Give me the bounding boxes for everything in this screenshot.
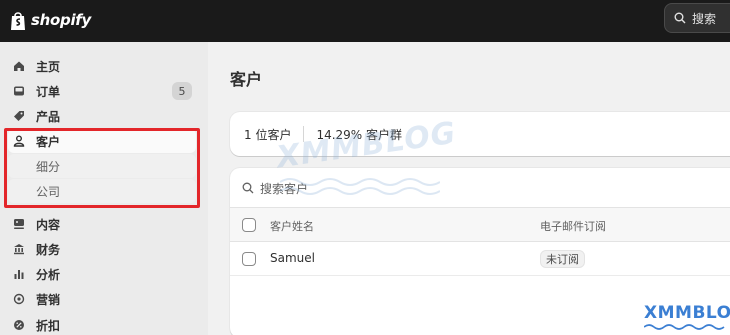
- content-icon: [12, 217, 26, 231]
- sidebar-item-finance[interactable]: 财务: [8, 237, 196, 261]
- table-header: 客户姓名 电子邮件订阅: [230, 208, 730, 242]
- select-all-checkbox[interactable]: [242, 218, 256, 232]
- sidebar-item-label: 主页: [36, 59, 61, 74]
- sidebar-item-products[interactable]: 产品: [8, 104, 196, 128]
- discount-icon: [12, 318, 26, 332]
- sidebar-item-marketing[interactable]: 营销: [8, 287, 196, 311]
- column-header-email-subscription[interactable]: 电子邮件订阅: [540, 218, 606, 234]
- top-bar: shopify 搜索: [0, 0, 730, 42]
- tag-icon: [12, 109, 26, 123]
- bar-chart-icon: [12, 267, 26, 281]
- shopping-bag-icon: [11, 11, 25, 30]
- sidebar-item-label: 订单: [36, 84, 61, 99]
- shopify-logo[interactable]: shopify: [10, 8, 91, 32]
- sidebar-item-orders[interactable]: 订单 5: [8, 79, 196, 103]
- bank-icon: [12, 242, 26, 256]
- watermark-wave: [280, 178, 440, 195]
- column-header-name[interactable]: 客户姓名: [270, 218, 314, 234]
- subscription-status-badge: 未订阅: [540, 250, 585, 268]
- sidebar-item-label: 折扣: [36, 318, 61, 333]
- customer-name[interactable]: Samuel: [270, 251, 315, 265]
- global-search-button[interactable]: 搜索: [664, 3, 730, 33]
- sidebar-item-content[interactable]: 内容: [8, 212, 196, 236]
- brand-name: shopify: [31, 11, 91, 29]
- sidebar-item-label: 产品: [36, 109, 61, 124]
- watermark-corner-wave: [644, 324, 725, 330]
- row-checkbox[interactable]: [242, 252, 256, 266]
- table-row[interactable]: Samuel 未订阅: [230, 242, 730, 276]
- page-title: 客户: [230, 70, 263, 89]
- sidebar-item-label: 内容: [36, 217, 61, 232]
- inbox-icon: [12, 84, 26, 98]
- home-icon: [12, 59, 26, 73]
- search-icon: [674, 12, 686, 24]
- orders-count-badge: 5: [172, 82, 192, 100]
- highlight-box: [4, 128, 200, 208]
- target-icon: [12, 292, 26, 306]
- watermark-corner: XMMBLOG: [644, 303, 730, 323]
- sidebar-item-home[interactable]: 主页: [8, 54, 196, 78]
- sidebar-item-label: 财务: [36, 242, 61, 257]
- global-search-label: 搜索: [692, 11, 717, 26]
- sidebar-item-label: 分析: [36, 267, 61, 282]
- sidebar-item-discounts[interactable]: 折扣: [8, 313, 196, 335]
- sidebar-item-analytics[interactable]: 分析: [8, 262, 196, 286]
- search-icon: [242, 182, 254, 194]
- sidebar-item-label: 营销: [36, 292, 61, 307]
